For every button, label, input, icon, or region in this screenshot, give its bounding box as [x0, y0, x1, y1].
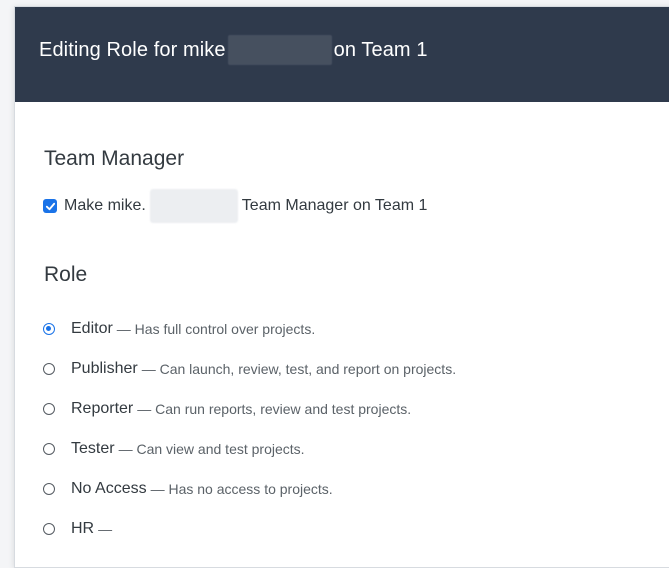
role-option-name: Reporter [71, 400, 134, 417]
role-option-description: — Has full control over projects. [116, 321, 316, 337]
edit-role-dialog: Editing Role for mike on Team 1 Team Man… [14, 6, 669, 568]
role-option-description: — Has no access to projects. [150, 481, 333, 497]
role-option-reporter[interactable]: Reporter — Can run reports, review and t… [43, 389, 456, 429]
dialog-title: Editing Role for mike on Team 1 [39, 35, 428, 65]
team-manager-heading: Team Manager [44, 147, 185, 170]
redacted-username [149, 189, 238, 223]
role-option-name: Publisher [71, 360, 138, 377]
radio-button-editor[interactable] [43, 323, 55, 335]
team-manager-label-prefix: Make mike. [64, 197, 146, 214]
team-manager-checkbox-row[interactable]: Make mike. Team Manager on Team 1 [43, 189, 427, 223]
role-option-hr[interactable]: HR — [43, 509, 456, 549]
checkmark-icon [45, 202, 55, 210]
redacted-username [227, 35, 332, 65]
role-option-publisher[interactable]: Publisher — Can launch, review, test, an… [43, 349, 456, 389]
role-radio-group: Editor — Has full control over projects.… [43, 309, 456, 549]
radio-button-no-access[interactable] [43, 483, 55, 495]
role-option-description: — Can run reports, review and test proje… [137, 401, 412, 417]
role-option-name: Tester [71, 440, 115, 457]
role-heading: Role [44, 263, 88, 286]
team-manager-label-suffix: Team Manager on Team 1 [241, 197, 428, 214]
role-option-tester[interactable]: Tester — Can view and test projects. [43, 429, 456, 469]
dialog-header: Editing Role for mike on Team 1 [15, 7, 669, 102]
team-manager-checkbox[interactable] [43, 199, 57, 213]
role-option-editor[interactable]: Editor — Has full control over projects. [43, 309, 456, 349]
dialog-title-suffix: on Team 1 [333, 38, 428, 61]
role-option-name: Editor [71, 320, 113, 337]
role-option-description: — Can view and test projects. [118, 441, 305, 457]
role-option-no-access[interactable]: No Access — Has no access to projects. [43, 469, 456, 509]
role-option-description: — Can launch, review, test, and report o… [141, 361, 457, 377]
role-option-name: HR [71, 520, 95, 537]
radio-button-publisher[interactable] [43, 363, 55, 375]
radio-button-tester[interactable] [43, 443, 55, 455]
role-option-description: — [98, 521, 113, 537]
radio-button-reporter[interactable] [43, 403, 55, 415]
radio-button-hr[interactable] [43, 523, 55, 535]
role-option-name: No Access [71, 480, 147, 497]
dialog-title-prefix: Editing Role for mike [39, 38, 226, 61]
